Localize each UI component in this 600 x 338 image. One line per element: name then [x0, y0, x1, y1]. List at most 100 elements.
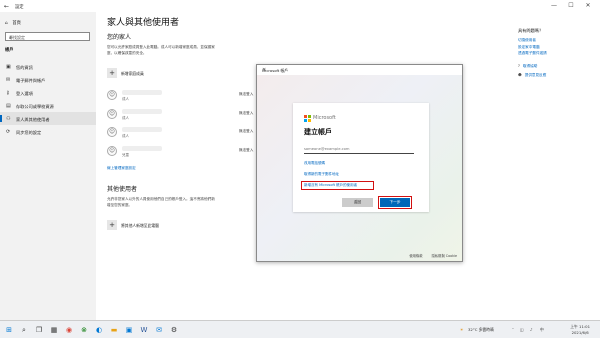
family-member-row[interactable]: ☺ 成人 無法登入	[107, 90, 257, 104]
sidebar-item-sign-in-options[interactable]: ⚷ 登入選項	[0, 86, 96, 99]
member-name-redacted	[122, 90, 162, 95]
sidebar-item-work-school[interactable]: ▤ 存取公司或學校資源	[0, 99, 96, 112]
get-new-email-link[interactable]: 取得新的電子郵件地址	[304, 172, 339, 177]
feedback-icon: ☻	[518, 72, 522, 77]
minimize-button[interactable]: —	[548, 2, 560, 9]
member-role: 成人	[122, 97, 129, 101]
people-icon: ⚇	[6, 115, 11, 122]
store-icon[interactable]: ▣	[124, 325, 134, 335]
back-button[interactable]: 返回	[342, 198, 373, 207]
member-name-redacted	[122, 127, 162, 132]
use-phone-link[interactable]: 改用電話號碼	[304, 161, 325, 166]
search-icon[interactable]: ⌕	[19, 325, 29, 335]
back-arrow-icon[interactable]: ←	[4, 3, 9, 10]
member-status: 無法登入	[239, 92, 254, 96]
member-status: 無法登入	[239, 129, 254, 133]
logo-square-yellow	[307, 118, 311, 122]
family-member-row[interactable]: ☺ 成人 無法登入	[107, 127, 257, 141]
dialog-title-bar: Microsoft 帳戶 ✕	[257, 65, 462, 75]
person-card-icon: ▣	[6, 63, 11, 70]
family-member-row[interactable]: ☺ 兒童 無法登入	[107, 146, 257, 160]
maximize-button[interactable]: ☐	[565, 2, 577, 9]
next-button[interactable]: 下一步	[380, 198, 410, 207]
microsoft-wordmark: Microsoft	[313, 115, 336, 121]
get-help-label: 取得協助	[522, 63, 538, 68]
dialog-footer: 使用條款 隱私權與 Cookie	[401, 253, 457, 258]
search-icon[interactable]: ⌕	[9, 35, 86, 41]
chrome-icon[interactable]: ◉	[64, 325, 74, 335]
member-name-redacted	[122, 109, 162, 114]
give-feedback-link[interactable]: ☻ 提供意見反應	[518, 71, 593, 80]
sidebar-item-label: 存取公司或學校資源	[16, 103, 54, 109]
other-users-description: 允許非您家人以外的人員使用他們自己的帳戶登入。這不會將他們新增至您的家庭。	[107, 197, 215, 207]
close-button[interactable]: ✕	[582, 2, 594, 9]
add-other-user-label: 將其他人新增至此電腦	[121, 223, 159, 228]
user-avatar-icon: ☺	[107, 146, 117, 156]
dialog-close-icon[interactable]: ✕	[262, 67, 458, 73]
user-avatar-icon: ☺	[107, 90, 117, 100]
mail-icon: ✉	[6, 76, 11, 83]
window-title: 設定	[15, 4, 24, 10]
member-role: 成人	[122, 116, 129, 120]
plus-icon: +	[107, 220, 117, 230]
edge-icon[interactable]: ◐	[94, 325, 104, 335]
add-user-without-microsoft-account-link[interactable]: 新增沒有 Microsoft 帳戶的使用者	[304, 183, 357, 188]
task-view-icon[interactable]: ❐	[34, 325, 44, 335]
home-icon: ⌂	[5, 21, 8, 26]
user-avatar-icon: ☺	[107, 127, 117, 137]
terms-of-use-link[interactable]: 使用條款	[409, 254, 422, 258]
sidebar-item-label: 家人與其他使用者	[16, 116, 50, 122]
file-explorer-icon[interactable]: ▬	[109, 325, 119, 335]
sidebar-item-label: 電子郵件與帳戶	[16, 77, 46, 83]
related-heading: 具有問題嗎？	[518, 28, 544, 33]
ime-icon[interactable]: 中	[540, 327, 544, 333]
key-icon: ⚷	[6, 89, 10, 96]
related-panel: 具有問題嗎？ 切換使用者 設定家中電腦 透過電子郵件邀請 ? 取得協助 ☻ 提供意見…	[518, 28, 593, 80]
create-account-card: Microsoft 建立帳戶 someone@example.com 改用電話號…	[293, 103, 429, 212]
add-family-member-label: 新增家庭成員	[121, 71, 144, 76]
settings-search-input[interactable]: 尋找設定 ⌕	[5, 32, 90, 41]
sidebar: ⌂ 首頁 尋找設定 ⌕ 帳戶 ▣ 您的資訊 ✉ 電子郵件與帳戶 ⚷ 登入選項 ▤…	[0, 12, 96, 320]
email-field[interactable]: someone@example.com	[304, 145, 414, 154]
weather-icon[interactable]: ☀	[460, 327, 463, 332]
sync-icon: ⟳	[6, 128, 11, 135]
sidebar-item-your-info[interactable]: ▣ 您的資訊	[0, 60, 96, 73]
mail-icon[interactable]: ✉	[154, 325, 164, 335]
manage-family-online-link[interactable]: 線上管理家庭設定	[107, 166, 136, 171]
plus-icon: +	[107, 68, 117, 78]
taskbar: ⊞ ⌕ ❐ ▦ ◉ ⊗ ◐ ▬ ▣ W ✉ ⚙ ☀ 32°C 多雲時晴 ˄ ◫ …	[0, 320, 600, 338]
widgets-icon[interactable]: ▦	[49, 325, 59, 335]
sidebar-item-email-accounts[interactable]: ✉ 電子郵件與帳戶	[0, 73, 96, 86]
give-feedback-label: 提供意見反應	[524, 72, 547, 77]
clock-time: 上午 11:01	[570, 324, 590, 329]
member-status: 無法登入	[239, 148, 254, 152]
settings-icon[interactable]: ⚙	[169, 325, 179, 335]
sidebar-item-label: 您的資訊	[16, 64, 33, 70]
settings-window: ← 設定 — ☐ ✕ ⌂ 首頁 尋找設定 ⌕ 帳戶 ▣ 您的資訊 ✉ 電子郵件與…	[0, 0, 600, 320]
sidebar-home[interactable]: ⌂ 首頁	[5, 20, 21, 26]
sidebar-item-label: 同步您的設定	[16, 129, 42, 135]
word-icon[interactable]: W	[139, 325, 149, 335]
sidebar-item-sync[interactable]: ⟳ 同步您的設定	[0, 125, 96, 138]
microsoft-account-dialog: Microsoft 帳戶 ✕ Microsoft 建立帳戶 someone@ex…	[256, 64, 463, 262]
volume-icon[interactable]: ♪	[530, 327, 532, 332]
sidebar-item-family-users[interactable]: ⚇ 家人與其他使用者	[0, 112, 96, 125]
sidebar-item-label: 登入選項	[16, 90, 33, 96]
sidebar-section-title: 帳戶	[5, 48, 14, 53]
page-title: 家人與其他使用者	[107, 18, 180, 28]
briefcase-icon: ▤	[6, 102, 11, 109]
xbox-icon[interactable]: ⊗	[79, 325, 89, 335]
title-bar: ← 設定 — ☐ ✕	[0, 0, 600, 12]
family-member-row[interactable]: ☺ 成人 無法登入	[107, 109, 257, 123]
clock-date: 2021/6/6	[571, 329, 589, 335]
create-account-heading: 建立帳戶	[304, 128, 332, 136]
privacy-cookies-link[interactable]: 隱私權與 Cookie	[432, 254, 457, 258]
weather-text[interactable]: 32°C 多雲時晴	[468, 327, 494, 333]
windows-start-icon[interactable]: ⊞	[4, 325, 14, 335]
network-icon[interactable]: ◫	[520, 327, 524, 332]
other-users-heading: 其他使用者	[107, 186, 138, 193]
member-role: 成人	[122, 134, 129, 138]
tray-chevron-icon[interactable]: ˄	[512, 327, 514, 332]
clock[interactable]: 上午 11:01 2021/6/6	[570, 324, 590, 335]
get-help-link[interactable]: ? 取得協助	[518, 62, 593, 71]
